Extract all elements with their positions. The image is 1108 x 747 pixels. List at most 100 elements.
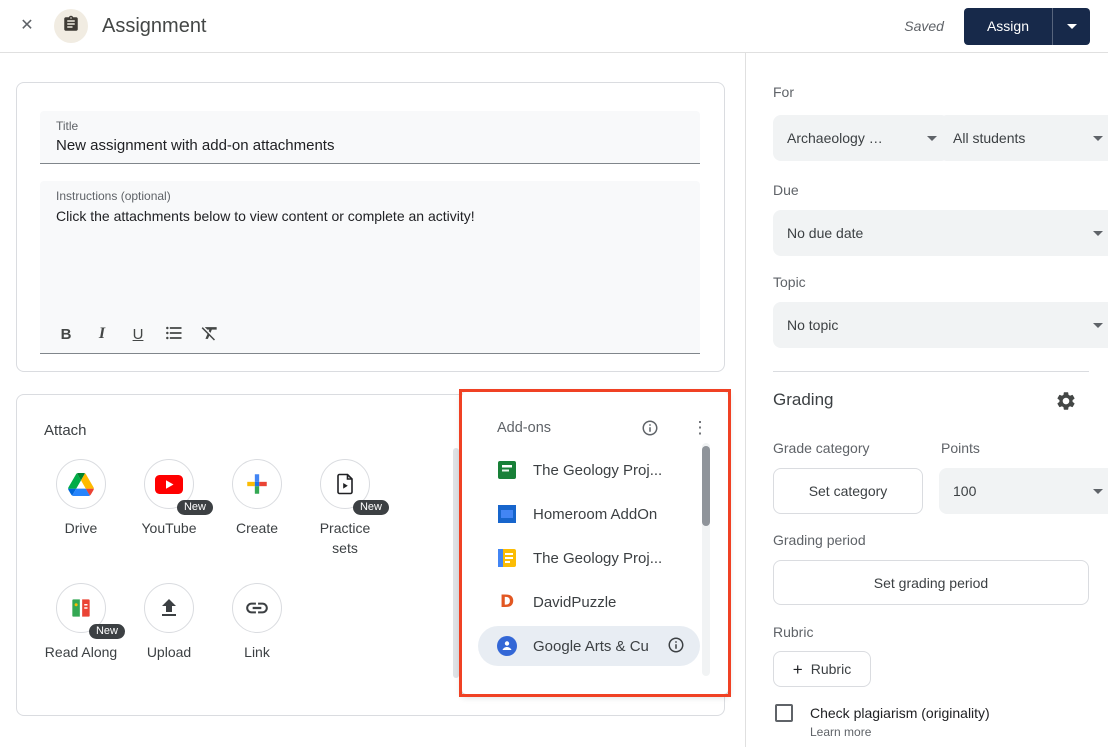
students-select-value: All students xyxy=(953,130,1087,146)
saved-status: Saved xyxy=(904,18,944,34)
attach-link[interactable]: Link xyxy=(213,583,301,662)
attach-create[interactable]: Create xyxy=(213,459,301,538)
topbar: ✕ Assignment Saved Assign xyxy=(0,0,1108,53)
format-toolbar: B I U xyxy=(48,322,228,346)
attach-label: Drive xyxy=(43,518,119,538)
assignment-editor: ✕ Assignment Saved Assign Title New assi… xyxy=(0,0,1108,747)
attach-label: Practice sets xyxy=(307,518,383,558)
bold-button[interactable]: B xyxy=(54,322,78,346)
addon-item-geology-2[interactable]: The Geology Proj... xyxy=(478,538,700,578)
addon-item-google-arts-culture[interactable]: Google Arts & Cu xyxy=(478,626,700,666)
addons-scrollbar-track[interactable] xyxy=(702,443,710,676)
close-icon: ✕ xyxy=(20,18,33,34)
assignment-form-card: Title New assignment with add-on attachm… xyxy=(16,82,725,372)
drive-icon xyxy=(56,459,106,509)
students-select[interactable]: All students xyxy=(939,115,1108,161)
create-plus-icon xyxy=(232,459,282,509)
set-grading-period-button[interactable]: Set grading period xyxy=(773,560,1089,605)
due-date-value: No due date xyxy=(787,225,1087,241)
clear-formatting-icon xyxy=(200,323,220,346)
title-field[interactable]: Title New assignment with add-on attachm… xyxy=(40,111,700,164)
addon-label: Google Arts & Cu xyxy=(533,638,649,655)
addon-label: DavidPuzzle xyxy=(533,594,616,611)
assign-button[interactable]: Assign xyxy=(964,8,1052,45)
due-label: Due xyxy=(773,182,799,198)
bulleted-list-button[interactable] xyxy=(162,322,186,346)
addon-label: The Geology Proj... xyxy=(533,462,662,479)
plagiarism-label: Check plagiarism (originality) xyxy=(810,705,990,721)
addons-heading: Add-ons xyxy=(497,420,551,436)
settings-sidebar: For Archaeology … All students Due No du… xyxy=(745,52,1108,747)
topic-select[interactable]: No topic xyxy=(773,302,1108,348)
clear-formatting-button[interactable] xyxy=(198,322,222,346)
attach-drive[interactable]: Drive xyxy=(37,459,125,538)
google-arts-culture-icon xyxy=(497,636,517,656)
addons-info-button[interactable] xyxy=(639,418,661,440)
attach-heading: Attach xyxy=(44,422,87,439)
addons-more-button[interactable]: ⋮ xyxy=(688,416,712,440)
title-label: Title xyxy=(40,111,700,133)
points-value: 100 xyxy=(953,483,1087,499)
rubric-button-label: Rubric xyxy=(811,661,851,677)
info-icon xyxy=(667,636,685,657)
grade-category-label: Grade category xyxy=(773,440,870,456)
page-title: Assignment xyxy=(102,15,207,38)
info-icon xyxy=(641,419,659,440)
rubric-label: Rubric xyxy=(773,624,813,640)
new-badge: New xyxy=(89,624,125,639)
assignment-icon xyxy=(62,15,80,38)
underline-icon: U xyxy=(133,326,144,343)
title-input[interactable]: New assignment with add-on attachments xyxy=(40,133,700,156)
addon-info-button[interactable] xyxy=(666,636,686,656)
attach-read-along[interactable]: New Read Along xyxy=(37,583,125,662)
attach-upload[interactable]: Upload xyxy=(125,583,213,662)
italic-button[interactable]: I xyxy=(90,322,114,346)
italic-icon: I xyxy=(99,325,105,343)
attach-scrollbar[interactable] xyxy=(453,448,459,678)
points-label: Points xyxy=(941,440,980,456)
attach-label: Upload xyxy=(131,642,207,662)
add-rubric-button[interactable]: + Rubric xyxy=(773,651,871,687)
chevron-down-icon xyxy=(927,136,937,141)
gear-icon xyxy=(1055,390,1077,415)
class-select[interactable]: Archaeology … xyxy=(773,115,949,161)
chevron-down-icon xyxy=(1067,24,1077,29)
addons-popup: Add-ons ⋮ The Geology Proj... Homeroom A… xyxy=(462,392,728,694)
close-button[interactable]: ✕ xyxy=(12,11,42,41)
instructions-input[interactable]: Click the attachments below to view cont… xyxy=(40,203,700,226)
attach-practice-sets[interactable]: New Practice sets xyxy=(301,459,389,558)
topic-value: No topic xyxy=(787,317,1087,333)
more-vertical-icon: ⋮ xyxy=(692,418,709,438)
grading-period-label: Grading period xyxy=(773,532,866,548)
addon-item-homeroom[interactable]: Homeroom AddOn xyxy=(478,494,700,534)
bold-icon: B xyxy=(61,326,72,343)
class-select-value: Archaeology … xyxy=(787,130,921,146)
link-icon xyxy=(232,583,282,633)
topic-label: Topic xyxy=(773,274,806,290)
assign-dropdown-button[interactable] xyxy=(1052,8,1090,45)
section-divider xyxy=(773,371,1089,372)
geology-notebook-icon xyxy=(497,548,517,568)
learn-more-link[interactable]: Learn more xyxy=(810,725,871,739)
underline-button[interactable]: U xyxy=(126,322,150,346)
chevron-down-icon xyxy=(1093,136,1103,141)
chevron-down-icon xyxy=(1093,231,1103,236)
attach-youtube[interactable]: New YouTube xyxy=(125,459,213,538)
new-badge: New xyxy=(177,500,213,515)
homeroom-addon-icon xyxy=(497,504,517,524)
instructions-label: Instructions (optional) xyxy=(40,181,700,203)
addon-label: Homeroom AddOn xyxy=(533,506,657,523)
addon-item-geology-1[interactable]: The Geology Proj... xyxy=(478,450,700,490)
addon-item-davidpuzzle[interactable]: D DavidPuzzle xyxy=(478,582,700,622)
assign-split-button: Assign xyxy=(964,8,1090,45)
plagiarism-checkbox[interactable] xyxy=(775,704,793,722)
instructions-field[interactable]: Instructions (optional) Click the attach… xyxy=(40,181,700,354)
set-category-button[interactable]: Set category xyxy=(773,468,923,514)
addons-scrollbar-thumb[interactable] xyxy=(702,446,710,526)
points-select[interactable]: 100 xyxy=(939,468,1108,514)
davidpuzzle-icon: D xyxy=(497,592,517,612)
for-label: For xyxy=(773,84,794,100)
grading-settings-button[interactable] xyxy=(1053,389,1079,415)
due-date-select[interactable]: No due date xyxy=(773,210,1108,256)
geology-project-icon xyxy=(497,460,517,480)
